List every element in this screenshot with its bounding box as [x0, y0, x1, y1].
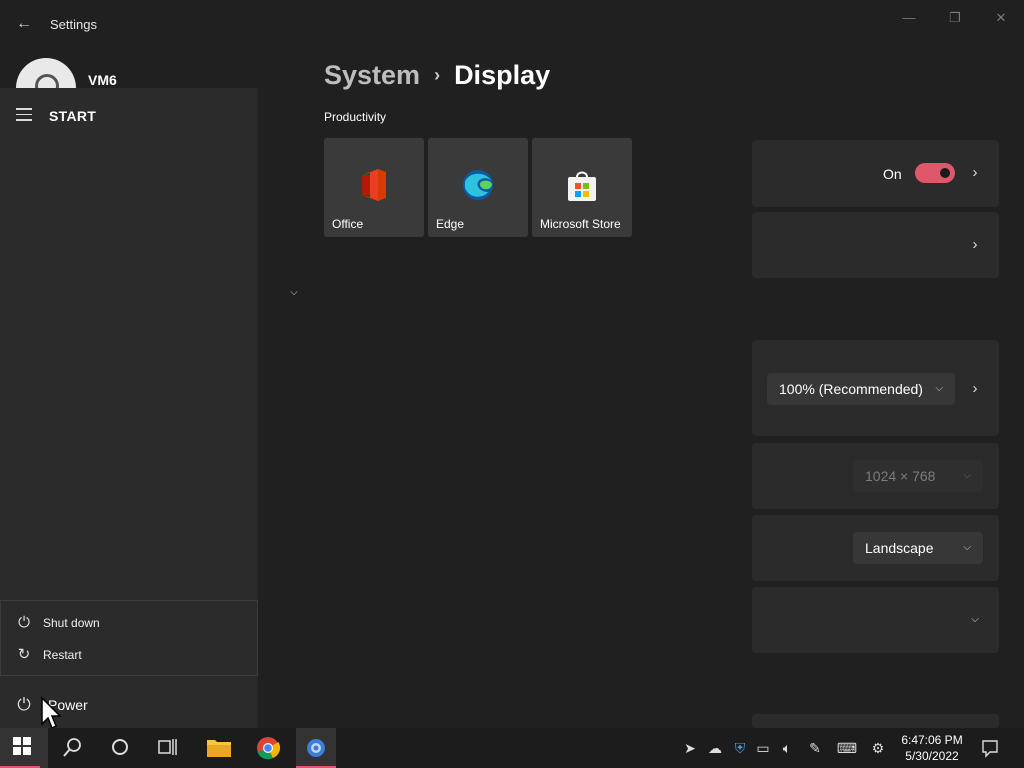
close-button[interactable]: ✕ [978, 6, 1024, 30]
tile-label: Microsoft Store [540, 217, 621, 231]
pen-icon[interactable]: ✎ [805, 738, 825, 758]
chevron-down-icon[interactable]: ⌵ [287, 286, 301, 300]
task-view-icon [158, 739, 177, 755]
settings-icon[interactable]: ⚙ [868, 738, 888, 758]
store-icon [568, 171, 596, 201]
cortana-button[interactable] [96, 728, 144, 768]
restart-icon: ↻ [17, 646, 31, 663]
maximize-button[interactable]: ❐ [932, 6, 978, 30]
tile-microsoft-store[interactable]: Microsoft Store [532, 138, 632, 237]
breadcrumb-system[interactable]: System [324, 60, 420, 90]
security-icon[interactable]: ⛨ [730, 738, 750, 758]
back-button[interactable]: ← [12, 12, 36, 36]
productivity-group-title: Productivity [324, 110, 387, 124]
app-title: Settings [50, 17, 97, 32]
scale-dropdown[interactable]: 100% (Recommended) ⌵ [767, 373, 955, 405]
search-button[interactable] [48, 728, 96, 768]
task-view-button[interactable] [144, 728, 192, 768]
power-icon: ⏻ [18, 614, 30, 631]
scale-value: 100% (Recommended) [779, 381, 923, 397]
tile-edge[interactable]: Edge [428, 138, 528, 237]
chevron-down-icon: ⌵ [935, 383, 943, 394]
resolution-dropdown: 1024 × 768 ⌵ [853, 460, 983, 492]
chrome-button[interactable] [243, 728, 291, 768]
chevron-right-icon: › [972, 380, 978, 397]
mouse-cursor-icon [41, 696, 62, 730]
menu-item-label: Shut down [43, 616, 100, 630]
keyboard-icon[interactable]: ⌨ [834, 738, 860, 758]
notification-icon[interactable] [980, 738, 1000, 758]
chevron-down-icon: ⌵ [963, 542, 971, 553]
orientation-dropdown[interactable]: Landscape ⌵ [853, 532, 983, 564]
windows-logo-icon [13, 737, 31, 755]
hdr-setting-card[interactable] [752, 140, 999, 207]
search-icon [63, 738, 81, 757]
start-menu: START ⏻ Shut down ↻ Restart ⏻ Power [0, 88, 258, 728]
office-icon [362, 169, 386, 201]
power-button[interactable]: ⏻ Power [0, 680, 258, 728]
shut-down-button[interactable]: ⏻ Shut down [1, 607, 257, 639]
folder-icon [207, 740, 231, 757]
breadcrumb-separator: › [434, 65, 441, 85]
orientation-value: Landscape [865, 540, 934, 556]
power-options-menu: ⏻ Shut down ↻ Restart [0, 600, 258, 676]
chrome-icon [257, 737, 280, 760]
tile-office[interactable]: Office [324, 138, 424, 237]
clock-date: 5/30/2022 [905, 749, 959, 763]
edge-icon [463, 170, 493, 200]
breadcrumb-display: Display [454, 60, 551, 90]
menu-item-label: Restart [43, 648, 82, 662]
multiple-displays-card[interactable] [752, 587, 999, 653]
clock-time: 6:47:06 PM [901, 733, 963, 747]
restart-button[interactable]: ↻ Restart [1, 639, 257, 671]
chevron-right-icon: › [972, 164, 978, 181]
title-bar: ← Settings — ❐ ✕ [0, 0, 1024, 48]
hdr-toggle-label: On [883, 166, 902, 182]
minimize-button[interactable]: — [886, 6, 932, 30]
start-label: START [49, 108, 97, 124]
chevron-down-icon: ⌵ [963, 470, 971, 481]
location-icon[interactable]: ➤ [680, 738, 700, 758]
file-explorer-button[interactable] [194, 728, 242, 768]
partial-card [752, 714, 999, 728]
tile-label: Office [332, 217, 364, 231]
hdr-toggle[interactable] [915, 163, 955, 183]
power-icon: ⏻ [17, 695, 31, 714]
user-name: VM6 [88, 72, 117, 88]
hamburger-menu-icon[interactable] [16, 108, 34, 122]
taskbar: ➤ ☁ ⛨ ▭ 🔈︎ ✎ ⌨ ⚙ 6:47:06 PM 5/30/2022 [0, 728, 1024, 768]
start-button[interactable] [0, 728, 48, 768]
breadcrumb: System › Display [324, 60, 550, 91]
tile-label: Edge [436, 217, 465, 231]
clock[interactable]: 6:47:06 PM 5/30/2022 [890, 732, 974, 764]
cortana-icon [112, 739, 128, 755]
settings-gear-icon [307, 739, 325, 757]
resolution-value: 1024 × 768 [865, 468, 936, 484]
color-setting-card[interactable] [752, 212, 999, 278]
onedrive-icon[interactable]: ☁ [705, 738, 725, 758]
network-icon[interactable]: ▭ [753, 738, 773, 758]
volume-icon[interactable]: 🔈︎ [777, 738, 797, 758]
chevron-down-icon: ⌵ [971, 614, 979, 625]
settings-taskbar-button[interactable] [296, 728, 336, 768]
chevron-right-icon: › [972, 236, 978, 253]
